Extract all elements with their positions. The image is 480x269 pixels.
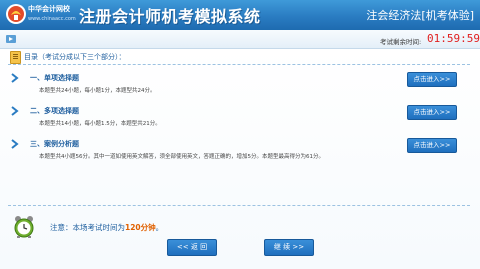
divider [8,205,470,206]
document-icon [10,51,21,64]
chevron-right-icon [11,73,19,83]
section-desc: 本题型共14小题，每小题1.5分，本题型共21分。 [39,121,161,127]
chinaacc-logo-icon [6,4,26,24]
section-case-analysis: 三、案例分析题 本题型共4小题56分。其中一道如使用英文解答，须全部使用英文，答… [0,137,480,169]
logo-url: www.chinaacc.com [28,16,76,22]
timer-value: 01:59:59 [427,32,480,45]
timer-label: 考试剩余时间: [380,38,422,46]
continue-button[interactable]: 继 续 >> [264,239,314,256]
enter-section-button[interactable]: 点击进入>> [407,138,457,153]
divider [8,64,470,65]
app-title: 注册会计师机考模拟系统 [79,7,261,26]
section-multiple-choice: 二、多项选择题 本题型共14小题，每小题1.5分，本题型共21分。 点击进入>> [0,104,480,136]
notice-prefix: 注意：本场考试时间为 [50,223,125,232]
section-title: 一、单项选择题 [30,74,79,82]
exam-time-notice: 注意：本场考试时间为120分钟。 [50,222,163,233]
logo-name: 中华会计网校 [28,5,70,13]
app-header: 中华会计网校 www.chinaacc.com 注册会计师机考模拟系统 注会经济… [0,0,480,30]
notice-suffix: 。 [155,223,164,232]
section-desc: 本题型共24小题，每小题1分，本题型共24分。 [39,88,156,94]
notice-duration: 120分钟 [125,223,156,232]
alarm-clock-icon [14,216,34,238]
expand-panel-icon[interactable] [6,35,16,43]
section-title: 二、多项选择题 [30,107,79,115]
chevron-right-icon [11,106,19,116]
timer-bar: 考试剩余时间: 01:59:59 [0,30,480,49]
toc-title: 目录（考试分成以下三个部分）： [24,53,126,61]
enter-section-button[interactable]: 点击进入>> [407,72,457,87]
exam-subject: 注会经济法[机考体验] [366,9,474,22]
section-single-choice: 一、单项选择题 本题型共24小题，每小题1分，本题型共24分。 点击进入>> [0,71,480,103]
main-content: 目录（考试分成以下三个部分）： 一、单项选择题 本题型共24小题，每小题1分，本… [0,49,480,269]
chevron-right-icon [11,139,19,149]
section-title: 三、案例分析题 [30,140,79,148]
section-desc: 本题型共4小题56分。其中一道如使用英文解答，须全部使用英文，答题正确的，增加5… [39,154,324,160]
back-button[interactable]: << 返 回 [167,239,217,256]
enter-section-button[interactable]: 点击进入>> [407,105,457,120]
